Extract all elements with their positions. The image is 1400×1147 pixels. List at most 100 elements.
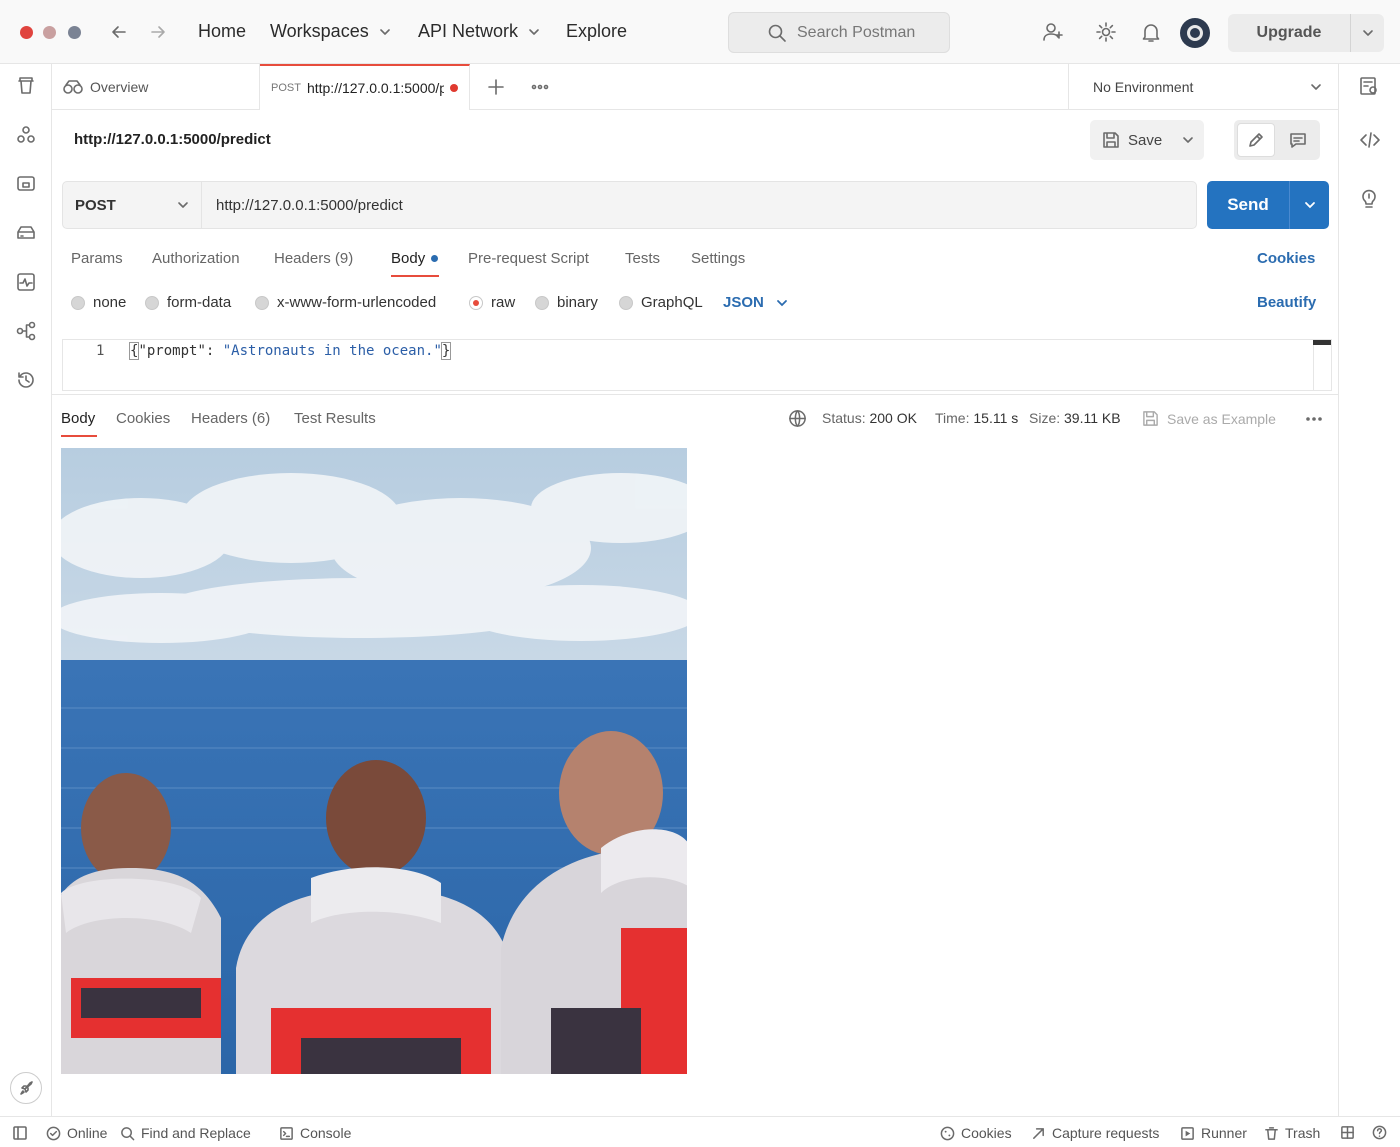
radio-graphql[interactable]: GraphQL bbox=[619, 294, 703, 311]
lightbulb-icon[interactable] bbox=[1359, 188, 1379, 210]
more-tabs-icon[interactable] bbox=[530, 77, 550, 97]
find-and-replace-button[interactable]: Find and Replace bbox=[120, 1125, 251, 1141]
response-tab-test-results[interactable]: Test Results bbox=[294, 410, 376, 427]
tab-params[interactable]: Params bbox=[71, 250, 123, 267]
url-input[interactable]: http://127.0.0.1:5000/predict bbox=[202, 181, 1197, 229]
close-window-button[interactable] bbox=[20, 26, 33, 39]
nav-home[interactable]: Home bbox=[198, 21, 246, 42]
editor-scrollbar[interactable] bbox=[1313, 340, 1331, 390]
avatar[interactable] bbox=[1180, 18, 1210, 48]
runner-button[interactable]: Runner bbox=[1180, 1125, 1247, 1141]
radio-x-www-form-urlencoded[interactable]: x-www-form-urlencoded bbox=[255, 294, 436, 311]
nav-api-network[interactable]: API Network bbox=[418, 21, 540, 42]
trash-button[interactable]: Trash bbox=[1264, 1125, 1320, 1141]
environment-quick-look-icon[interactable] bbox=[1359, 76, 1379, 96]
trash-can-icon[interactable] bbox=[16, 76, 36, 96]
chevron-down-icon[interactable] bbox=[1289, 181, 1329, 229]
help-icon[interactable] bbox=[1372, 1125, 1387, 1140]
radio-graphql-label: GraphQL bbox=[641, 294, 703, 311]
more-options-icon[interactable] bbox=[1304, 410, 1324, 428]
chevron-down-icon[interactable] bbox=[1172, 120, 1204, 160]
response-tab-headers[interactable]: Headers (6) bbox=[191, 410, 270, 427]
environment-label: No Environment bbox=[1093, 79, 1194, 95]
cookies-link[interactable]: Cookies bbox=[1257, 250, 1315, 267]
code-line[interactable]: {"prompt": "Astronauts in the ocean."} bbox=[128, 342, 452, 360]
tab-request[interactable]: POST http://127.0.0.1:5000/predict bbox=[260, 64, 470, 110]
layout-toggle-icon[interactable] bbox=[1340, 1125, 1355, 1140]
nav-explore[interactable]: Explore bbox=[566, 21, 627, 42]
radio-binary[interactable]: binary bbox=[535, 294, 598, 311]
history-icon[interactable] bbox=[16, 370, 36, 390]
tab-authorization[interactable]: Authorization bbox=[152, 250, 240, 267]
tab-request-label: http://127.0.0.1:5000/predict bbox=[306, 80, 444, 96]
radio-none-label: none bbox=[93, 294, 127, 311]
cookie-icon bbox=[940, 1126, 955, 1140]
back-arrow-icon[interactable] bbox=[110, 23, 128, 41]
console-button[interactable]: Console bbox=[279, 1125, 351, 1141]
environment-icon[interactable] bbox=[16, 223, 36, 243]
search-icon bbox=[767, 23, 787, 43]
chevron-down-icon bbox=[178, 202, 188, 208]
rocket-icon[interactable] bbox=[10, 1072, 42, 1104]
response-tab-body[interactable]: Body bbox=[61, 410, 95, 427]
beautify-button[interactable]: Beautify bbox=[1257, 294, 1316, 311]
capture-icon bbox=[1033, 1127, 1044, 1139]
nav-workspaces[interactable]: Workspaces bbox=[270, 21, 391, 42]
gear-icon[interactable] bbox=[1095, 21, 1117, 43]
radio-raw-label: raw bbox=[491, 294, 516, 311]
capture-requests-button[interactable]: Capture requests bbox=[1031, 1125, 1159, 1141]
tab-pre-request-script[interactable]: Pre-request Script bbox=[468, 250, 589, 267]
flows-icon[interactable] bbox=[16, 321, 36, 341]
toggle-sidebar-icon[interactable] bbox=[12, 1125, 28, 1141]
radio-raw[interactable]: raw bbox=[469, 294, 515, 311]
environment-selector[interactable]: No Environment bbox=[1068, 64, 1338, 110]
tab-overview[interactable]: Overview bbox=[52, 64, 260, 110]
request-name[interactable]: http://127.0.0.1:5000/predict bbox=[74, 131, 271, 148]
save-as-example-button[interactable]: Save as Example bbox=[1142, 410, 1276, 427]
tab-tests[interactable]: Tests bbox=[625, 250, 660, 267]
send-button[interactable]: Send bbox=[1207, 181, 1329, 229]
json-value: "Astronauts in the ocean." bbox=[222, 343, 442, 359]
upgrade-button[interactable]: Upgrade bbox=[1228, 14, 1384, 52]
team-icon[interactable] bbox=[16, 125, 36, 145]
search-icon bbox=[121, 1126, 135, 1140]
status-label: Status: bbox=[822, 410, 866, 426]
response-size[interactable]: Size: 39.11 KB bbox=[1029, 410, 1121, 426]
invite-user-icon[interactable] bbox=[1042, 21, 1064, 43]
format-label: JSON bbox=[723, 294, 764, 311]
size-label: Size: bbox=[1029, 410, 1061, 426]
search-placeholder: Search Postman bbox=[797, 23, 916, 41]
zoom-window-button[interactable] bbox=[68, 26, 81, 39]
online-status[interactable]: Online bbox=[46, 1125, 107, 1141]
forward-arrow-icon[interactable] bbox=[149, 23, 167, 41]
body-indicator-dot-icon bbox=[431, 255, 439, 262]
chevron-down-icon[interactable] bbox=[1350, 14, 1384, 52]
editor-scroll-thumb[interactable] bbox=[1313, 340, 1331, 345]
method-select[interactable]: POST bbox=[62, 181, 202, 229]
code-icon[interactable] bbox=[1359, 130, 1381, 150]
globe-icon[interactable] bbox=[788, 409, 807, 428]
response-tab-cookies[interactable]: Cookies bbox=[116, 410, 170, 427]
response-time[interactable]: Time: 15.11 s bbox=[935, 410, 1018, 426]
right-sidebar bbox=[1338, 64, 1400, 1116]
format-select[interactable]: JSON bbox=[723, 294, 788, 311]
tab-headers[interactable]: Headers (9) bbox=[274, 250, 353, 267]
comment-icon[interactable] bbox=[1280, 123, 1316, 157]
response-active-underline bbox=[61, 435, 97, 437]
save-as-example-label: Save as Example bbox=[1167, 410, 1276, 427]
tab-settings[interactable]: Settings bbox=[691, 250, 745, 267]
collection-icon[interactable] bbox=[16, 174, 36, 194]
search-input[interactable]: Search Postman bbox=[728, 12, 950, 53]
pencil-icon[interactable] bbox=[1237, 123, 1275, 157]
plus-icon[interactable] bbox=[486, 77, 506, 97]
bell-icon[interactable] bbox=[1140, 21, 1162, 43]
monitor-icon[interactable] bbox=[16, 272, 36, 292]
tab-body[interactable]: Body bbox=[391, 250, 439, 267]
radio-none[interactable]: none bbox=[71, 294, 126, 311]
minimize-window-button[interactable] bbox=[43, 26, 56, 39]
save-button[interactable]: Save bbox=[1090, 120, 1204, 160]
footer-cookies-button[interactable]: Cookies bbox=[940, 1125, 1012, 1141]
radio-form-data[interactable]: form-data bbox=[145, 294, 231, 311]
tabs-bar: Overview POST http://127.0.0.1:5000/pred… bbox=[52, 64, 1338, 110]
response-status[interactable]: Status: 200 OK bbox=[822, 410, 917, 426]
